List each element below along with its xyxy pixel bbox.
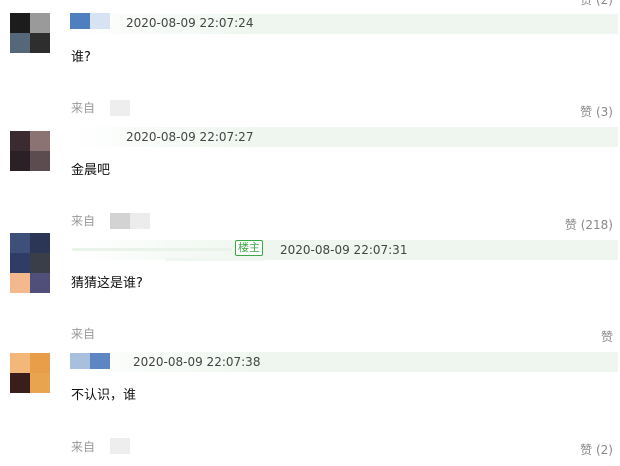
- comment-timestamp: 2020-08-09 22:07:27: [126, 130, 254, 144]
- avatar[interactable]: [10, 233, 50, 293]
- avatar-pixel: [10, 353, 30, 373]
- decorative-divider: [165, 258, 265, 261]
- comment-text: 猜猜这是谁?: [71, 276, 143, 291]
- username-blurred: [90, 13, 110, 29]
- avatar[interactable]: [10, 13, 50, 53]
- avatar-pixel: [10, 373, 30, 393]
- avatar-pixel: [10, 13, 30, 33]
- avatar-pixel: [10, 233, 30, 253]
- avatar-pixel: [30, 151, 50, 171]
- avatar[interactable]: [10, 353, 50, 393]
- comment-timestamp: 2020-08-09 22:07:31: [280, 243, 408, 257]
- like-button[interactable]: 赞 (2): [580, 0, 613, 8]
- comment-text: 金晨吧: [71, 163, 111, 178]
- comment-text: 不认识，谁: [71, 388, 137, 403]
- avatar-pixel: [10, 151, 30, 171]
- avatar-pixel: [30, 253, 50, 273]
- like-button[interactable]: 赞 (3): [580, 104, 613, 120]
- like-button[interactable]: 赞: [601, 329, 613, 345]
- comment-source-label: 来自: [71, 327, 96, 341]
- username-blurred[interactable]: [110, 438, 130, 454]
- comment-source-label: 来自: [71, 214, 96, 228]
- username-blurred[interactable]: [110, 100, 130, 116]
- avatar-pixel: [30, 13, 50, 33]
- avatar-pixel: [10, 131, 30, 151]
- like-button[interactable]: 赞 (218): [565, 217, 613, 233]
- avatar-pixel: [30, 233, 50, 253]
- username-blurred[interactable]: [72, 248, 232, 251]
- avatar-pixel: [10, 253, 30, 273]
- avatar-pixel: [30, 33, 50, 53]
- avatar-pixel: [10, 33, 30, 53]
- like-button[interactable]: 赞 (2): [580, 442, 613, 458]
- username-blurred[interactable]: [70, 353, 90, 369]
- avatar-pixel: [30, 353, 50, 373]
- comment-source-label: 来自: [71, 440, 96, 454]
- avatar-pixel: [30, 373, 50, 393]
- username-blurred[interactable]: [70, 13, 90, 29]
- op-badge: 楼主: [235, 240, 263, 256]
- avatar-pixel: [30, 131, 50, 151]
- comment-timestamp: 2020-08-09 22:07:24: [126, 16, 254, 30]
- username-blurred: [90, 353, 110, 369]
- avatar-pixel: [10, 273, 30, 293]
- comment-timestamp: 2020-08-09 22:07:38: [133, 355, 261, 369]
- comment-text: 谁?: [71, 50, 91, 65]
- comment-source-label: 来自: [71, 101, 96, 115]
- username-blurred[interactable]: [110, 213, 130, 229]
- avatar[interactable]: [10, 131, 50, 171]
- username-blurred: [130, 213, 150, 229]
- avatar-pixel: [30, 273, 50, 293]
